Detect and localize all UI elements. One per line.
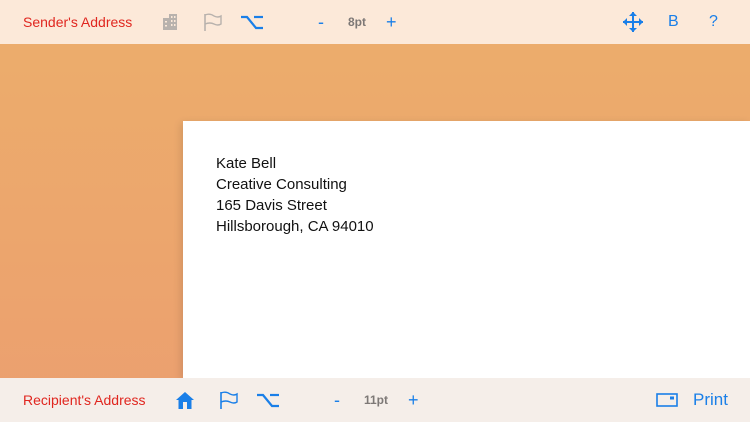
sender-toolbar: Sender's Address - 8pt + B ? xyxy=(0,0,750,44)
home-icon[interactable] xyxy=(174,378,196,422)
print-button[interactable]: Print xyxy=(693,378,728,422)
address-line-city: Hillsborough, CA 94010 xyxy=(216,218,374,235)
address-line-company: Creative Consulting xyxy=(216,176,347,193)
sender-address-label[interactable]: Sender's Address xyxy=(23,0,132,44)
envelope-preview[interactable]: Kate Bell Creative Consulting 165 Davis … xyxy=(183,121,750,378)
sender-font-size-value: 8pt xyxy=(348,15,366,29)
sender-font-increase-button[interactable]: + xyxy=(386,0,397,44)
flag-icon[interactable] xyxy=(216,378,240,422)
recipient-address-block[interactable]: Kate Bell Creative Consulting 165 Davis … xyxy=(216,153,374,237)
help-button[interactable]: ? xyxy=(709,0,718,44)
building-icon[interactable] xyxy=(160,0,182,44)
recipient-toolbar: Recipient's Address - 11pt + Print xyxy=(0,378,750,422)
envelope-icon[interactable] xyxy=(655,378,679,422)
address-line-name: Kate Bell xyxy=(216,155,277,172)
option-key-icon[interactable] xyxy=(256,378,280,422)
sender-font-decrease-button[interactable]: - xyxy=(318,0,324,44)
recipient-font-size-value: 11pt xyxy=(364,393,389,407)
option-key-icon[interactable] xyxy=(240,0,264,44)
recipient-address-label[interactable]: Recipient's Address xyxy=(23,378,146,422)
address-line-street: 165 Davis Street xyxy=(216,197,327,214)
recipient-font-decrease-button[interactable]: - xyxy=(334,378,340,422)
bold-button[interactable]: B xyxy=(668,0,679,44)
recipient-font-increase-button[interactable]: + xyxy=(408,378,419,422)
move-icon[interactable] xyxy=(621,0,645,44)
flag-icon[interactable] xyxy=(200,0,224,44)
